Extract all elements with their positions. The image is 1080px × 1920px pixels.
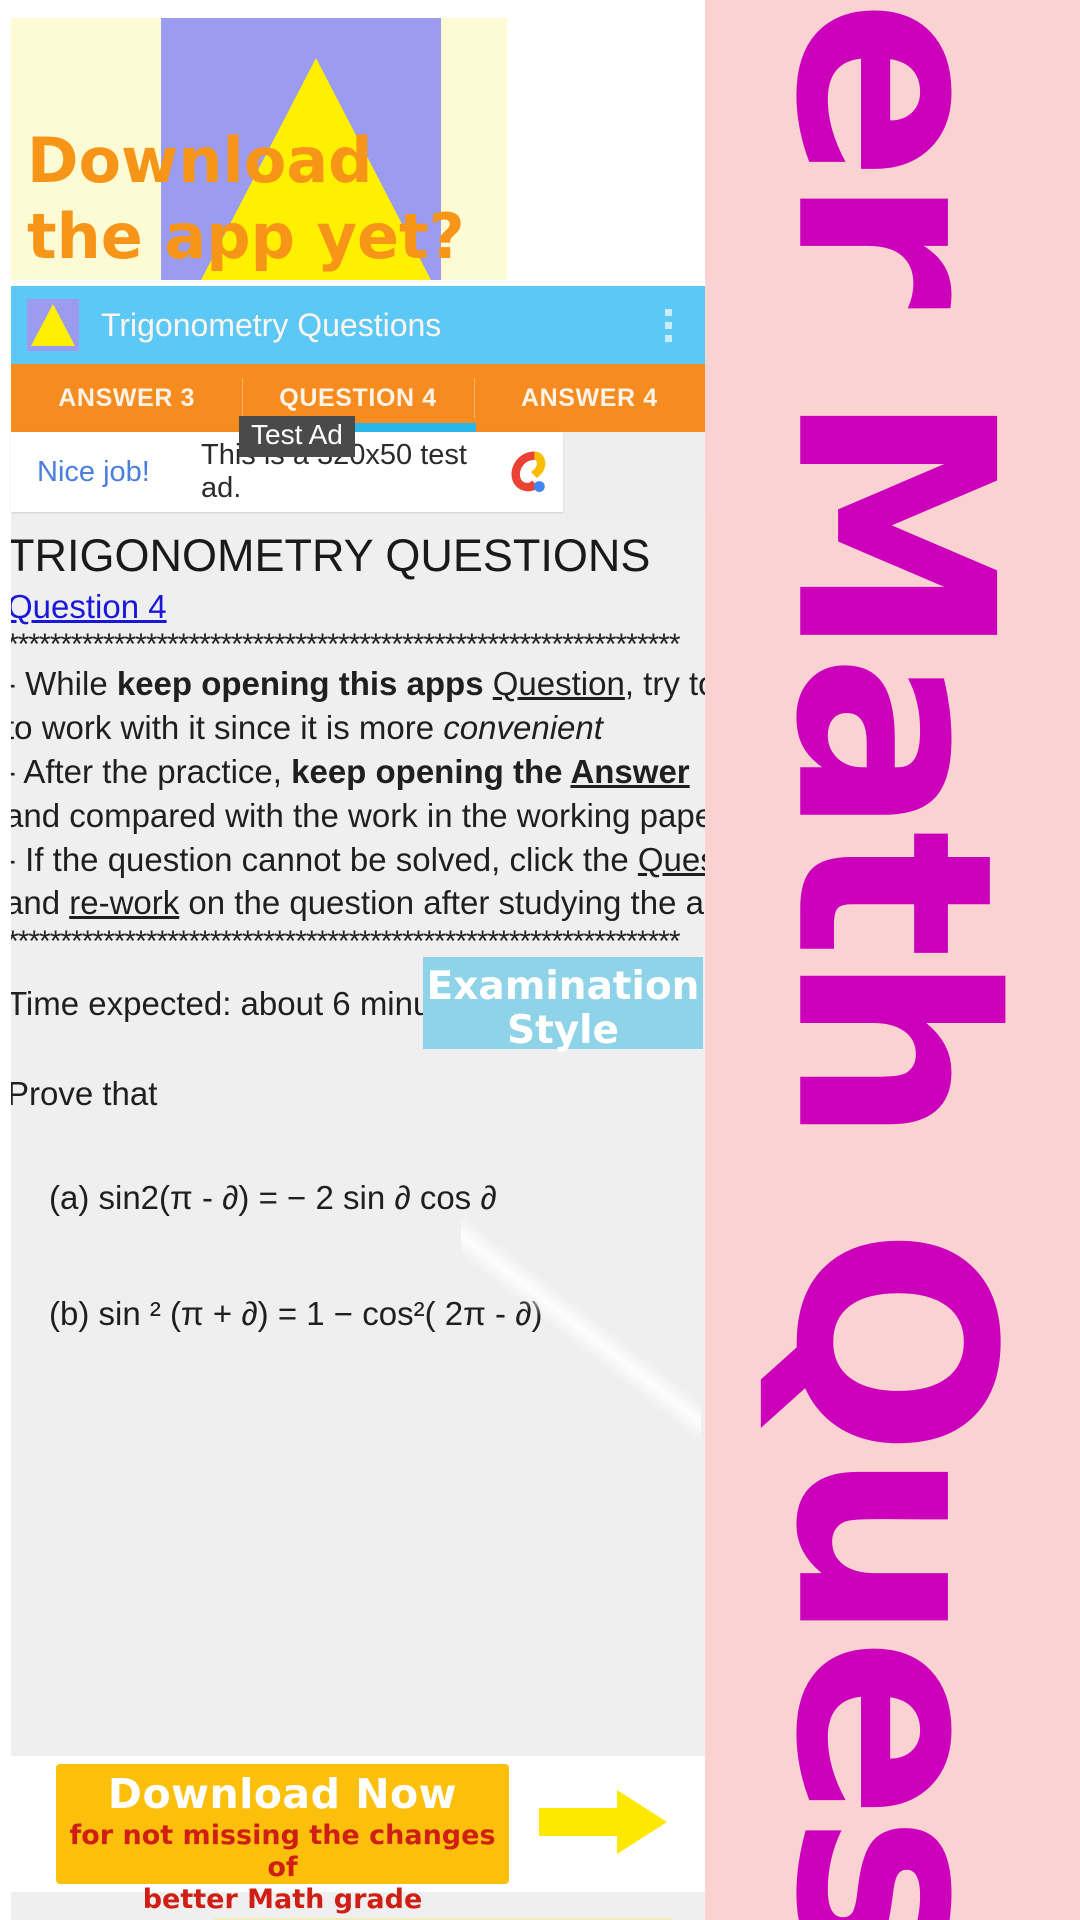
prove-that-label: Prove that [11,1075,158,1113]
instruction-line-6: and re-work on the question after studyi… [11,881,705,925]
page-title: TRIGONOMETRY QUESTIONS [11,530,651,581]
instr5-prefix: - If the question cannot be solved, clic… [11,840,638,878]
ad-banner[interactable]: Nice job! This is a 320x50 test ad. Test… [11,416,563,512]
download-now-subline: for not missing the changes of better Ma… [69,1820,496,1915]
instruction-line-2: to work with it since it is more conveni… [11,706,705,750]
instr1-link[interactable]: Question [493,665,625,702]
app-bar: Trigonometry Questions [11,286,705,364]
more-vert-icon[interactable] [653,308,689,342]
instruction-line-5: - If the question cannot be solved, clic… [11,838,705,882]
promo-header-image: Download the app yet? [11,18,507,280]
content-column: Download the app yet? Trigonometry Quest… [0,0,705,1920]
divider-bottom: ****************************************… [11,925,681,959]
ad-region: Nice job! This is a 320x50 test ad. Test… [11,416,705,518]
instr3-link[interactable]: Answer [570,753,689,790]
app-logo-icon [27,299,79,351]
right-arrow-icon [539,1788,669,1856]
instr1-bold: keep opening this apps [116,665,484,702]
instr3-prefix: - After the practice, [11,752,292,790]
side-banner: Better Math Question [705,0,1080,1920]
download-promo-row: Download Now for not missing the changes… [11,1756,705,1915]
instr6-link[interactable]: re-work [69,884,179,921]
divider-top: ****************************************… [11,628,681,661]
instr1-prefix: - While [11,665,117,702]
question-document: TRIGONOMETRY QUESTIONS Question 4 ******… [11,518,705,1920]
examination-style-badge: Examination Style [423,957,703,1052]
instruction-line-4: and compared with the work in the workin… [11,796,705,834]
download-now-button[interactable]: Download Now for not missing the changes… [56,1764,509,1915]
equation-b: (b) sin ² (π + ∂) = 1 − cos²( 2π - ∂) [49,1295,543,1333]
instr5-link[interactable]: Question [638,841,705,878]
tab-answer-4[interactable]: ANSWER 4 [473,364,705,432]
app-screenshot: Trigonometry Questions ANSWER 3 QUESTION… [11,286,705,1920]
instr6-prefix: and [11,884,70,922]
download-now-headline: Download Now [107,1770,458,1818]
instr2-text: to work with it since it is more [11,708,444,746]
ad-test-badge: Test Ad [239,416,355,457]
tab-bar: ANSWER 3 QUESTION 4 ANSWER 4 [11,364,705,432]
instr2-italic: convenient [443,708,603,746]
app-title: Trigonometry Questions [101,306,442,343]
instr6-suffix: on the question after studying the answe… [188,884,705,922]
instr1-mid [484,665,493,702]
admob-icon [489,443,563,501]
side-banner-title: Better Math Question [735,0,1051,1920]
question-link[interactable]: Question 4 [11,588,705,626]
instruction-line-3: - After the practice, keep opening the A… [11,750,705,794]
tab-answer-3[interactable]: ANSWER 3 [11,364,242,432]
instruction-line-1: - While keep opening this apps Question,… [11,662,705,706]
instr1-suffix: , try to use a paper [624,665,705,702]
time-row: Time expected: about 6 minutes Examinati… [11,957,705,1069]
promo-headline: Download the app yet? [27,124,465,273]
ad-headline: Nice job! [37,455,150,488]
equation-a: (a) sin2(π - ∂) = − 2 sin ∂ cos ∂ [49,1179,497,1217]
instr3-bold: keep opening the [291,752,571,790]
